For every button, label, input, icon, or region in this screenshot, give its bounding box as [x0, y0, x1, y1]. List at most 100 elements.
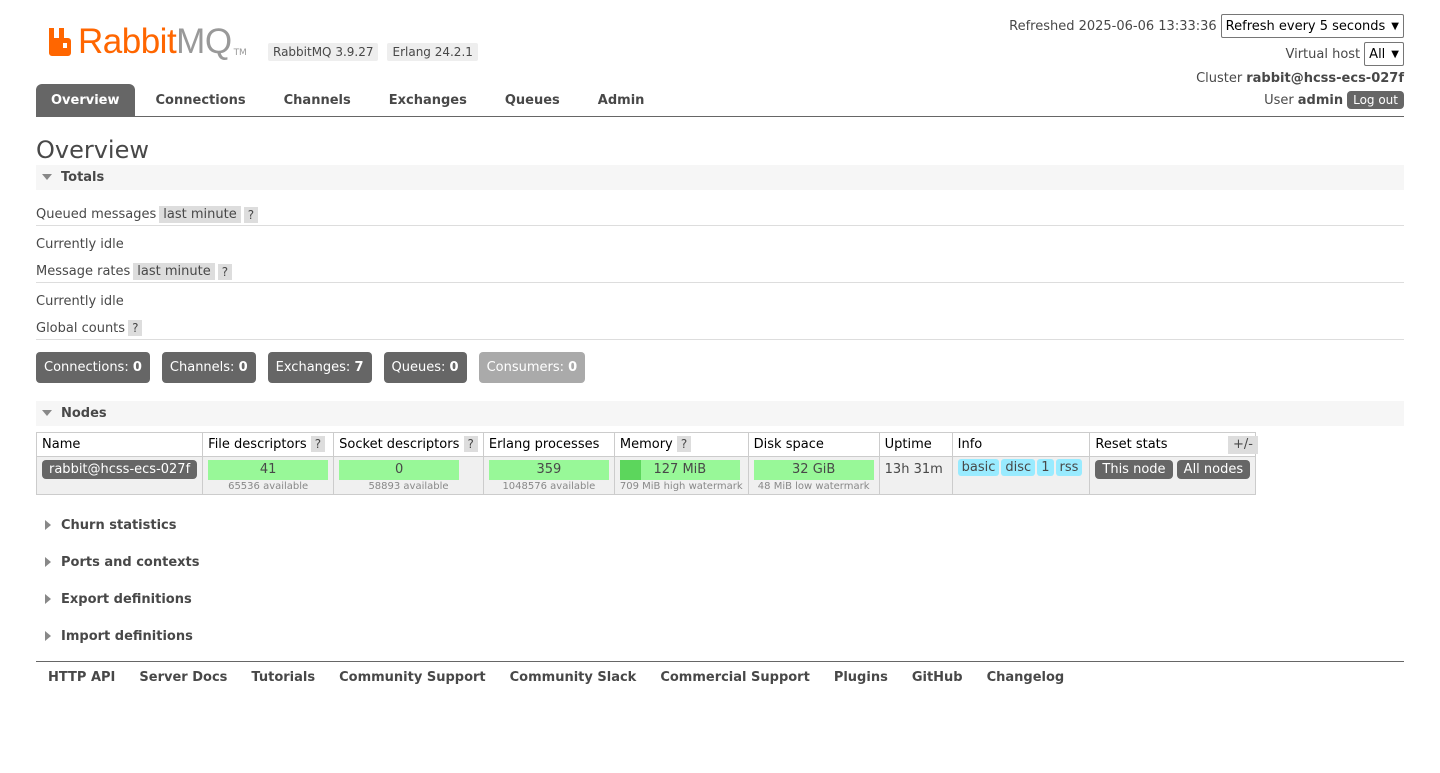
table-header-row: Name File descriptors ? Socket descripto…	[35, 432, 1257, 457]
footer-link-community-slack[interactable]: Community Slack	[510, 670, 637, 685]
version-info: RabbitMQ 3.9.27 Erlang 24.2.1	[268, 43, 478, 61]
queued-messages-row: Queued messages last minute ?	[36, 206, 259, 223]
footer-link-changelog[interactable]: Changelog	[987, 670, 1065, 685]
help-icon[interactable]: ?	[243, 206, 259, 223]
help-icon[interactable]: ?	[310, 436, 326, 452]
ports-and-contexts-header[interactable]: Ports and contexts	[36, 550, 1404, 575]
col-memory: Memory ?	[613, 432, 749, 457]
file-descriptors-cell: 41 65536 available	[202, 456, 335, 495]
socket-descriptors-cell: 0 58893 available	[333, 456, 484, 495]
footer-link-http-api[interactable]: HTTP API	[48, 670, 115, 685]
bar-value: 41	[259, 462, 277, 477]
tab-connections[interactable]: Connections	[137, 84, 265, 116]
reset-all-nodes-button[interactable]: All nodes	[1176, 460, 1251, 479]
section-title: Churn statistics	[61, 518, 177, 533]
help-icon[interactable]: ?	[217, 263, 233, 280]
tab-overview[interactable]: Overview	[36, 84, 135, 116]
count-label: Connections:	[44, 360, 129, 375]
triangle-down-icon	[42, 410, 52, 416]
nodes-title: Nodes	[61, 406, 107, 421]
footer-link-github[interactable]: GitHub	[912, 670, 963, 685]
rabbit-logo-icon	[49, 28, 71, 56]
virtual-host-select[interactable]: All ▼	[1364, 42, 1404, 66]
nodes-section-header[interactable]: Nodes	[36, 401, 1404, 426]
col-info: Info	[951, 432, 1091, 457]
section-title: Import definitions	[61, 629, 193, 644]
help-icon[interactable]: ?	[128, 320, 143, 336]
reset-stats-cell: This node All nodes	[1089, 456, 1257, 495]
col-erlang-processes: Erlang processes	[482, 432, 615, 457]
socket-descriptors-available: 58893 available	[368, 481, 449, 492]
erlang-processes-available: 1048576 available	[502, 481, 596, 492]
erlang-version: Erlang 24.2.1	[387, 43, 478, 61]
refresh-interval-value: Refresh every 5 seconds	[1225, 18, 1386, 34]
count-value: 0	[449, 360, 459, 375]
file-descriptors-available: 65536 available	[228, 481, 309, 492]
triangle-down-icon	[42, 174, 52, 180]
memory-cell: 127 MiB 709 MiB high watermark	[613, 456, 749, 495]
logo-text-rabbit: Rabbit	[78, 22, 177, 61]
queues-count-button[interactable]: Queues: 0	[383, 352, 467, 383]
queued-messages-label: Queued messages	[36, 207, 157, 222]
erlang-processes-bar: 359	[488, 460, 609, 480]
refreshed-timestamp: Refreshed 2025-06-06 13:33:36	[1009, 18, 1217, 34]
tab-admin[interactable]: Admin	[579, 84, 664, 116]
connections-count-button[interactable]: Connections: 0	[36, 352, 150, 383]
export-definitions-header[interactable]: Export definitions	[36, 587, 1404, 612]
logo-trademark: TM	[233, 48, 247, 58]
count-label: Exchanges:	[275, 360, 351, 375]
footer-link-plugins[interactable]: Plugins	[834, 670, 888, 685]
table-row: rabbit@hcss-ecs-027f 41 65536 available …	[35, 456, 1257, 495]
channels-count-button[interactable]: Channels: 0	[161, 352, 256, 383]
count-value: 0	[568, 360, 578, 375]
col-disk-space: Disk space	[747, 432, 880, 457]
tab-exchanges[interactable]: Exchanges	[370, 84, 486, 116]
help-icon[interactable]: ?	[463, 436, 478, 452]
footer-link-community-support[interactable]: Community Support	[339, 670, 486, 685]
footer-links: HTTP API Server Docs Tutorials Community…	[36, 661, 1404, 685]
queued-range-selector[interactable]: last minute	[159, 206, 241, 223]
footer-link-tutorials[interactable]: Tutorials	[251, 670, 315, 685]
footer-link-commercial-support[interactable]: Commercial Support	[660, 670, 810, 685]
tab-channels[interactable]: Channels	[265, 84, 370, 116]
rates-range-selector[interactable]: last minute	[133, 263, 215, 280]
memory-bar-fill	[619, 460, 642, 480]
count-label: Channels:	[169, 360, 235, 375]
import-definitions-header[interactable]: Import definitions	[36, 624, 1404, 649]
exchanges-count-button[interactable]: Exchanges: 7	[267, 352, 372, 383]
queued-messages-status: Currently idle	[36, 237, 124, 252]
divider	[36, 282, 1404, 283]
refresh-interval-select[interactable]: Refresh every 5 seconds ▼	[1220, 14, 1404, 38]
uptime-cell: 13h 31m	[878, 456, 953, 495]
global-counts-row: Global counts ?	[36, 320, 143, 336]
disk-space-watermark: 48 MiB low watermark	[757, 481, 870, 492]
help-icon[interactable]: ?	[676, 436, 692, 452]
nodes-table: Name File descriptors ? Socket descripto…	[35, 432, 1257, 495]
column-toggle-button[interactable]: +/-	[1228, 436, 1258, 454]
tab-queues[interactable]: Queues	[486, 84, 579, 116]
bar-value: 127 MiB	[653, 462, 707, 477]
footer-link-server-docs[interactable]: Server Docs	[139, 670, 227, 685]
count-value: 7	[354, 360, 364, 375]
bar-value: 32 GiB	[792, 462, 836, 477]
churn-statistics-header[interactable]: Churn statistics	[36, 513, 1404, 538]
bar-value: 359	[536, 462, 562, 477]
node-link[interactable]: rabbit@hcss-ecs-027f	[42, 460, 198, 479]
triangle-right-icon	[45, 631, 51, 641]
virtual-host-label: Virtual host	[1285, 46, 1361, 62]
socket-descriptors-bar: 0	[339, 460, 460, 480]
count-label: Queues:	[391, 360, 446, 375]
logo-text-mq: MQ	[176, 22, 232, 61]
totals-section-header[interactable]: Totals	[36, 165, 1404, 190]
memory-bar: 127 MiB	[619, 460, 740, 480]
message-rates-label: Message rates	[36, 264, 131, 279]
info-tag-rss: rss	[1055, 459, 1083, 476]
uptime-value: 13h 31m	[884, 462, 943, 477]
reset-this-node-button[interactable]: This node	[1095, 460, 1173, 479]
memory-watermark: 709 MiB high watermark	[619, 481, 743, 492]
rabbitmq-logo[interactable]: RabbitMQ TM	[47, 24, 247, 64]
count-value: 0	[238, 360, 248, 375]
col-file-descriptors: File descriptors ?	[202, 432, 335, 457]
chevron-down-icon: ▼	[1391, 20, 1399, 32]
node-name-cell: rabbit@hcss-ecs-027f	[35, 456, 204, 495]
